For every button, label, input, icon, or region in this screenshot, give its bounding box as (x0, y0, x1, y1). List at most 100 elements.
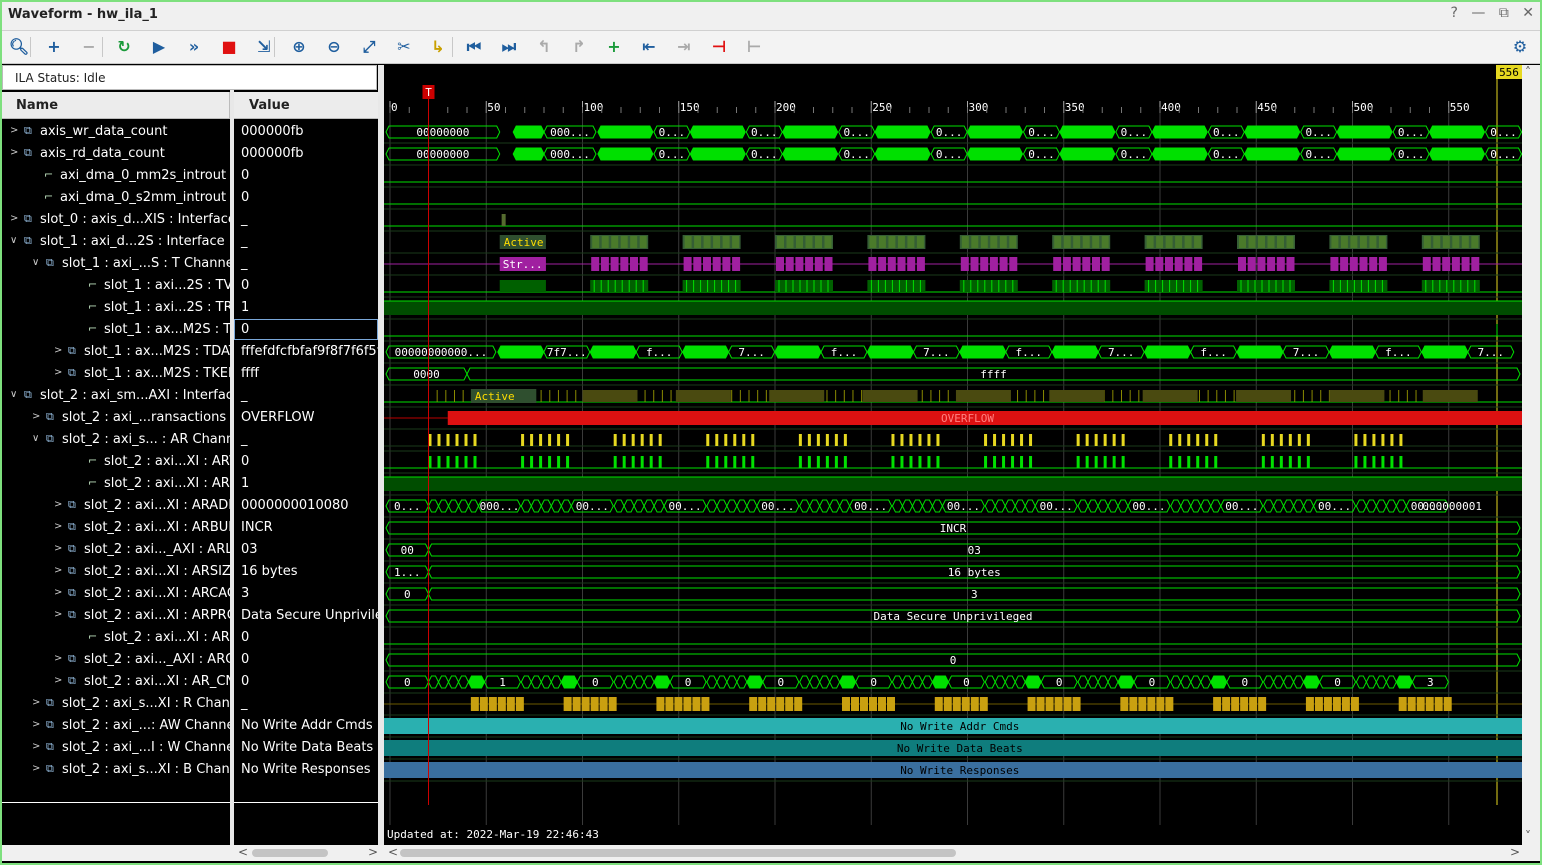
signal-value[interactable]: 0 (234, 627, 378, 649)
signal-value[interactable]: INCR (234, 517, 378, 539)
expand-chevron-icon[interactable]: > (32, 697, 40, 708)
add-icon[interactable]: + (42, 35, 66, 59)
signal-row[interactable]: > ⧉ slot_2 : axi_...: AW Channel (2, 715, 230, 737)
signal-row[interactable]: ⌐ axi_dma_0_s2mm_introut (2, 187, 230, 209)
value-column-header[interactable]: Value (234, 92, 378, 119)
go-to-cursor-icon[interactable]: ↳ (426, 35, 450, 59)
scroll-down-icon[interactable]: ˅ (1525, 829, 1531, 843)
value-scroll-right-icon[interactable]: > (368, 845, 378, 859)
zoom-in-icon[interactable]: ⊕ (287, 35, 311, 59)
signal-value[interactable]: _ (234, 231, 378, 253)
expand-chevron-icon[interactable]: > (54, 499, 62, 510)
signal-value[interactable]: OVERFLOW (234, 407, 378, 429)
go-to-last-time-icon[interactable]: ⏭ (497, 35, 521, 59)
signal-value[interactable]: No Write Responses (234, 759, 378, 781)
remove-icon[interactable]: − (77, 35, 101, 59)
expand-chevron-icon[interactable]: > (54, 367, 62, 378)
signal-value[interactable]: 0 (234, 649, 378, 671)
signal-row[interactable]: > ⧉ slot_2 : axi...XI : ARSIZE (2, 561, 230, 583)
go-to-time-zero-icon[interactable]: ⏮ (462, 35, 486, 59)
signal-value[interactable]: No Write Data Beats (234, 737, 378, 759)
signal-value[interactable]: 0 (234, 671, 378, 693)
signal-row[interactable]: ∨ ⧉ slot_2 : axi_sm...AXI : Interface (2, 385, 230, 407)
wave-scroll-thumb[interactable] (400, 849, 956, 857)
vertical-scrollbar[interactable]: ˄ ˅ (1522, 65, 1540, 847)
waveform-canvas[interactable]: 0 50 100 150 200 250 300 350 400 450 500 5505560000… (384, 65, 1522, 845)
signal-row[interactable]: ⌐ axi_dma_0_mm2s_introut (2, 165, 230, 187)
stop-icon[interactable]: ■ (217, 35, 241, 59)
signal-value[interactable]: ffff (234, 363, 378, 385)
signal-row[interactable]: ∨ ⧉ slot_1 : axi_...S : T Channel (2, 253, 230, 275)
signal-value[interactable]: 000000fb (234, 121, 378, 143)
expand-chevron-icon[interactable]: > (54, 565, 62, 576)
signal-row[interactable]: > ⧉ slot_2 : axi_s...XI : R Channel (2, 693, 230, 715)
signal-value[interactable]: 0 (234, 275, 378, 297)
signal-value[interactable]: _ (234, 385, 378, 407)
previous-marker-icon[interactable]: ⇤ (637, 35, 661, 59)
signal-row[interactable]: > ⧉ slot_2 : axi...XI : ARCACHE (2, 583, 230, 605)
signal-value[interactable]: 1 (234, 297, 378, 319)
expand-chevron-icon[interactable]: > (54, 609, 62, 620)
collapse-chevron-icon[interactable]: ∨ (10, 235, 17, 246)
name-column-header[interactable]: Name (2, 92, 230, 119)
next-marker-icon[interactable]: ⇥ (672, 35, 696, 59)
signal-row[interactable]: > ⧉ slot_2 : axi_s...XI : B Channel (2, 759, 230, 781)
settings-icon[interactable]: ⚙ (1508, 35, 1532, 59)
signal-value[interactable]: _ (234, 209, 378, 231)
signal-value[interactable]: 03 (234, 539, 378, 561)
next-transition-icon[interactable]: ↱ (567, 35, 591, 59)
export-icon[interactable]: ⇲ (252, 35, 276, 59)
signal-row[interactable]: > ⧉ slot_1 : ax...M2S : TDATA (2, 341, 230, 363)
signal-row[interactable]: > ⧉ slot_0 : axis_d...XIS : Interface (2, 209, 230, 231)
search-icon[interactable]: 🔍︎ (7, 35, 31, 59)
signal-row[interactable]: ⌐ slot_2 : axi...XI : ARREADY (2, 473, 230, 495)
waveform-area[interactable]: 0 50 100 150 200 250 300 350 400 450 500 550 556 0000… (384, 65, 1522, 845)
expand-chevron-icon[interactable]: > (54, 587, 62, 598)
signal-value[interactable]: 000000fb (234, 143, 378, 165)
signal-value[interactable]: _ (234, 429, 378, 451)
collapse-chevron-icon[interactable]: ∨ (32, 257, 39, 268)
signal-row[interactable]: ⌐ slot_1 : axi...2S : TVALID (2, 275, 230, 297)
close-icon[interactable]: ✕ (1522, 5, 1534, 21)
swap-cursors-icon[interactable]: ⊣ (707, 35, 731, 59)
signal-row[interactable]: > ⧉ slot_2 : axi_...ransactions ( (2, 407, 230, 429)
signal-row[interactable]: > ⧉ slot_2 : axi_...I : W Channel (2, 737, 230, 759)
expand-chevron-icon[interactable]: > (32, 741, 40, 752)
signal-value[interactable]: 0 (234, 165, 378, 187)
scroll-up-icon[interactable]: ˄ (1525, 65, 1531, 79)
expand-chevron-icon[interactable]: > (54, 653, 62, 664)
expand-chevron-icon[interactable]: > (54, 543, 62, 554)
expand-chevron-icon[interactable]: > (54, 521, 62, 532)
signal-row[interactable]: > ⧉ slot_2 : axi...XI : AR_CNT (2, 671, 230, 693)
signal-row[interactable]: ⌐ slot_1 : axi...2S : TREADY (2, 297, 230, 319)
signal-value[interactable]: Data Secure Unprivileged (234, 605, 378, 627)
refresh-icon[interactable]: ↻ (112, 35, 136, 59)
minimize-icon[interactable]: — (1471, 5, 1485, 21)
expand-chevron-icon[interactable]: > (32, 411, 40, 422)
signal-row[interactable]: > ⧉ slot_1 : ax...M2S : TKEEP (2, 363, 230, 385)
value-scroll-left-icon[interactable]: < (238, 845, 248, 859)
signal-value[interactable]: _ (234, 253, 378, 275)
wave-scroll-right-icon[interactable]: > (1510, 845, 1520, 859)
expand-chevron-icon[interactable]: > (54, 345, 62, 356)
restore-icon[interactable]: ⧉ (1499, 5, 1509, 21)
signal-value[interactable]: No Write Addr Cmds (234, 715, 378, 737)
expand-chevron-icon[interactable]: > (10, 125, 18, 136)
signal-row[interactable]: ∨ ⧉ slot_2 : axi_s... : AR Channel (2, 429, 230, 451)
signal-value[interactable]: fffefdfcfbfaf9f8f7f6f5f4 (234, 341, 378, 363)
run-trigger-icon[interactable]: ▶ (147, 35, 171, 59)
signal-value[interactable]: 0 (234, 319, 378, 341)
signal-row[interactable]: > ⧉ slot_2 : axi..._AXI : ARQOS (2, 649, 230, 671)
signal-row[interactable]: ⌐ slot_2 : axi...XI : ARLOCK (2, 627, 230, 649)
signal-row[interactable]: ⌐ slot_2 : axi...XI : ARVALID (2, 451, 230, 473)
snap-icon[interactable]: ⊢ (742, 35, 766, 59)
expand-chevron-icon[interactable]: > (54, 675, 62, 686)
signal-value[interactable]: 0 (234, 187, 378, 209)
help-icon[interactable]: ? (1450, 5, 1457, 21)
signal-row[interactable]: > ⧉ slot_2 : axi...XI : ARPROT (2, 605, 230, 627)
signal-value[interactable]: 0 (234, 451, 378, 473)
signal-value[interactable]: 1 (234, 473, 378, 495)
zoom-fit-icon[interactable]: ⤢ (357, 35, 381, 59)
zoom-out-icon[interactable]: ⊖ (322, 35, 346, 59)
value-scroll-thumb[interactable] (252, 849, 328, 857)
